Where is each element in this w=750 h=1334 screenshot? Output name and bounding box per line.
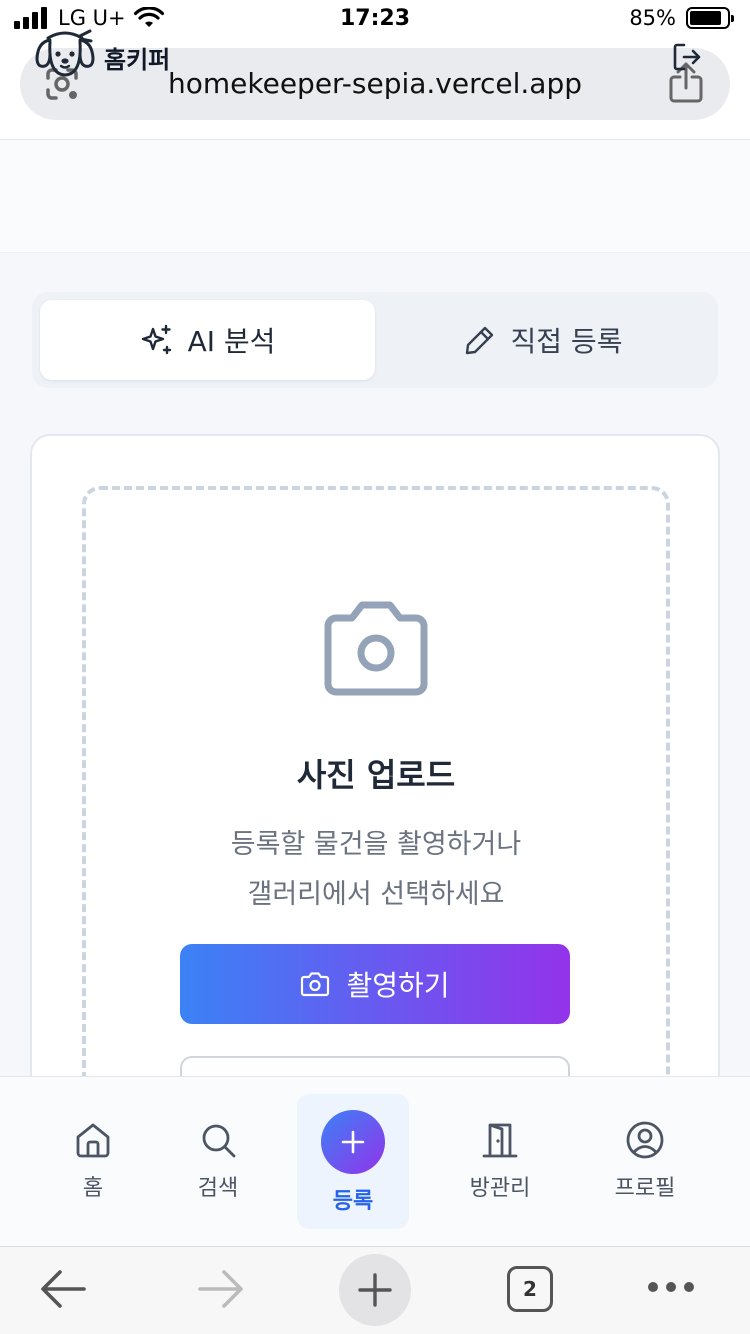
- upload-description-line2: 갤러리에서 선택하세요: [247, 879, 505, 910]
- logout-icon[interactable]: [672, 42, 702, 76]
- tab-ai-analysis[interactable]: AI 분석: [40, 300, 375, 380]
- tab-manual-register-label: 직접 등록: [510, 325, 623, 358]
- tab-ai-analysis-label: AI 분석: [187, 325, 276, 358]
- battery-info: 85%: [629, 6, 734, 30]
- plus-icon: [341, 1130, 365, 1154]
- brand-name: 홈키퍼: [104, 46, 171, 74]
- new-tab-plus-icon: [358, 1273, 392, 1307]
- app-header: [0, 140, 750, 253]
- photo-dropzone[interactable]: [82, 486, 670, 1126]
- new-tab-button[interactable]: [339, 1254, 411, 1326]
- more-dot: [684, 1282, 694, 1292]
- battery-level: [690, 11, 721, 25]
- take-photo-label: 촬영하기: [346, 969, 450, 1002]
- nav-label-search: 검색: [197, 1176, 239, 1201]
- tabs-count-button[interactable]: 2: [507, 1266, 553, 1312]
- nav-item-home[interactable]: 홈: [38, 1120, 148, 1202]
- battery-percent: 85%: [629, 6, 676, 30]
- pencil-icon: [465, 326, 493, 355]
- more-icon[interactable]: [648, 1282, 694, 1292]
- nav-item-search[interactable]: 검색: [163, 1120, 273, 1202]
- sparkles-icon: [141, 324, 171, 355]
- door-icon: [482, 1123, 518, 1158]
- mode-tab-group: AI 분석 직접 등록: [32, 292, 718, 388]
- nav-label-rooms: 방관리: [469, 1176, 531, 1201]
- tab-manual-register[interactable]: 직접 등록: [375, 300, 710, 380]
- nav-label-profile: 프로필: [614, 1176, 676, 1201]
- more-dot: [648, 1282, 658, 1292]
- upload-title: 사진 업로드: [296, 756, 456, 794]
- upload-description-line1: 등록할 물건을 촬영하거나: [230, 829, 522, 860]
- battery-icon: [686, 7, 734, 29]
- dog-logo-icon[interactable]: [34, 28, 96, 82]
- nav-item-profile[interactable]: 프로필: [590, 1120, 700, 1202]
- home-icon: [76, 1123, 110, 1158]
- back-arrow-icon[interactable]: [38, 1266, 88, 1316]
- user-circle-icon: [626, 1121, 664, 1159]
- take-photo-button[interactable]: 촬영하기: [180, 944, 570, 1024]
- camera-small-icon: [301, 972, 330, 997]
- forward-arrow-icon[interactable]: [196, 1266, 246, 1316]
- nav-item-rooms[interactable]: 방관리: [445, 1120, 555, 1202]
- nav-label-register: 등록: [332, 1189, 374, 1214]
- search-icon: [202, 1124, 236, 1158]
- camera-icon: [318, 600, 434, 700]
- more-dot: [666, 1282, 676, 1292]
- add-item-button[interactable]: [321, 1110, 385, 1174]
- upload-description: 등록할 물건을 촬영하거나 갤러리에서 선택하세요: [82, 820, 670, 920]
- nav-label-home: 홈: [82, 1176, 104, 1201]
